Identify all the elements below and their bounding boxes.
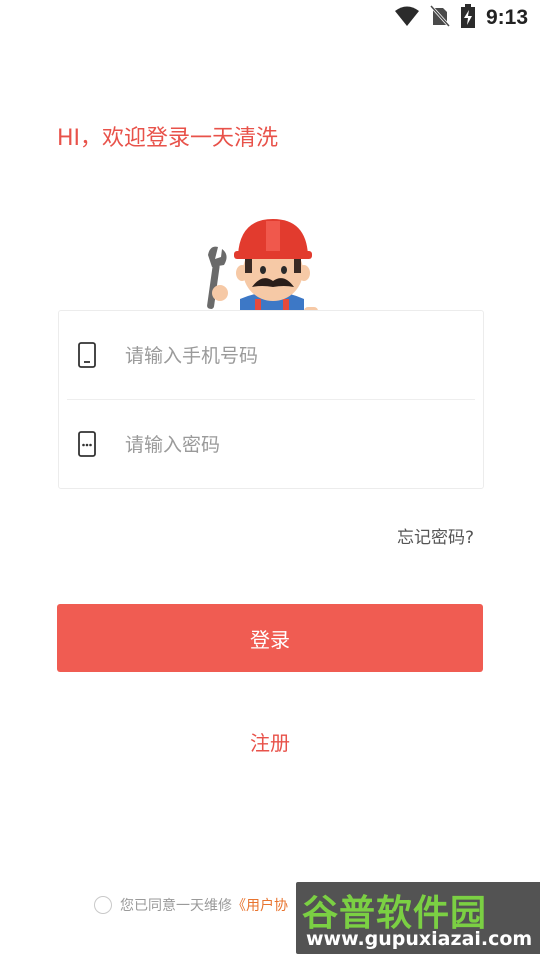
status-bar: 9:13 — [0, 0, 540, 36]
mascot-illustration — [200, 215, 330, 319]
agreement-row: 您已同意一天维修 《用户协 — [94, 895, 288, 915]
battery-charging-icon — [460, 4, 476, 32]
status-icons: 9:13 — [394, 4, 528, 32]
status-time: 9:13 — [485, 6, 528, 29]
watermark: 谷普软件园 www.gupuxiazai.com — [296, 882, 540, 954]
register-link[interactable]: 注册 — [0, 727, 540, 756]
phone-field — [59, 311, 483, 399]
phone-input[interactable] — [123, 339, 447, 373]
login-button[interactable]: 登录 — [57, 604, 483, 672]
no-sim-icon — [429, 4, 451, 31]
agreement-text: 您已同意一天维修 — [120, 898, 232, 914]
phone-icon — [77, 342, 97, 372]
forgot-password-link[interactable]: 忘记密码? — [397, 523, 474, 548]
password-field — [59, 400, 483, 488]
login-form-card — [58, 310, 484, 489]
agreement-radio[interactable] — [94, 896, 112, 914]
password-input[interactable] — [123, 428, 447, 462]
greeting-title: HI，欢迎登录一天清洗 — [57, 126, 279, 151]
watermark-url: www.gupuxiazai.com — [306, 928, 533, 950]
user-agreement-link[interactable]: 《用户协 — [232, 895, 288, 915]
password-icon — [77, 431, 97, 461]
wifi-icon — [394, 5, 420, 31]
